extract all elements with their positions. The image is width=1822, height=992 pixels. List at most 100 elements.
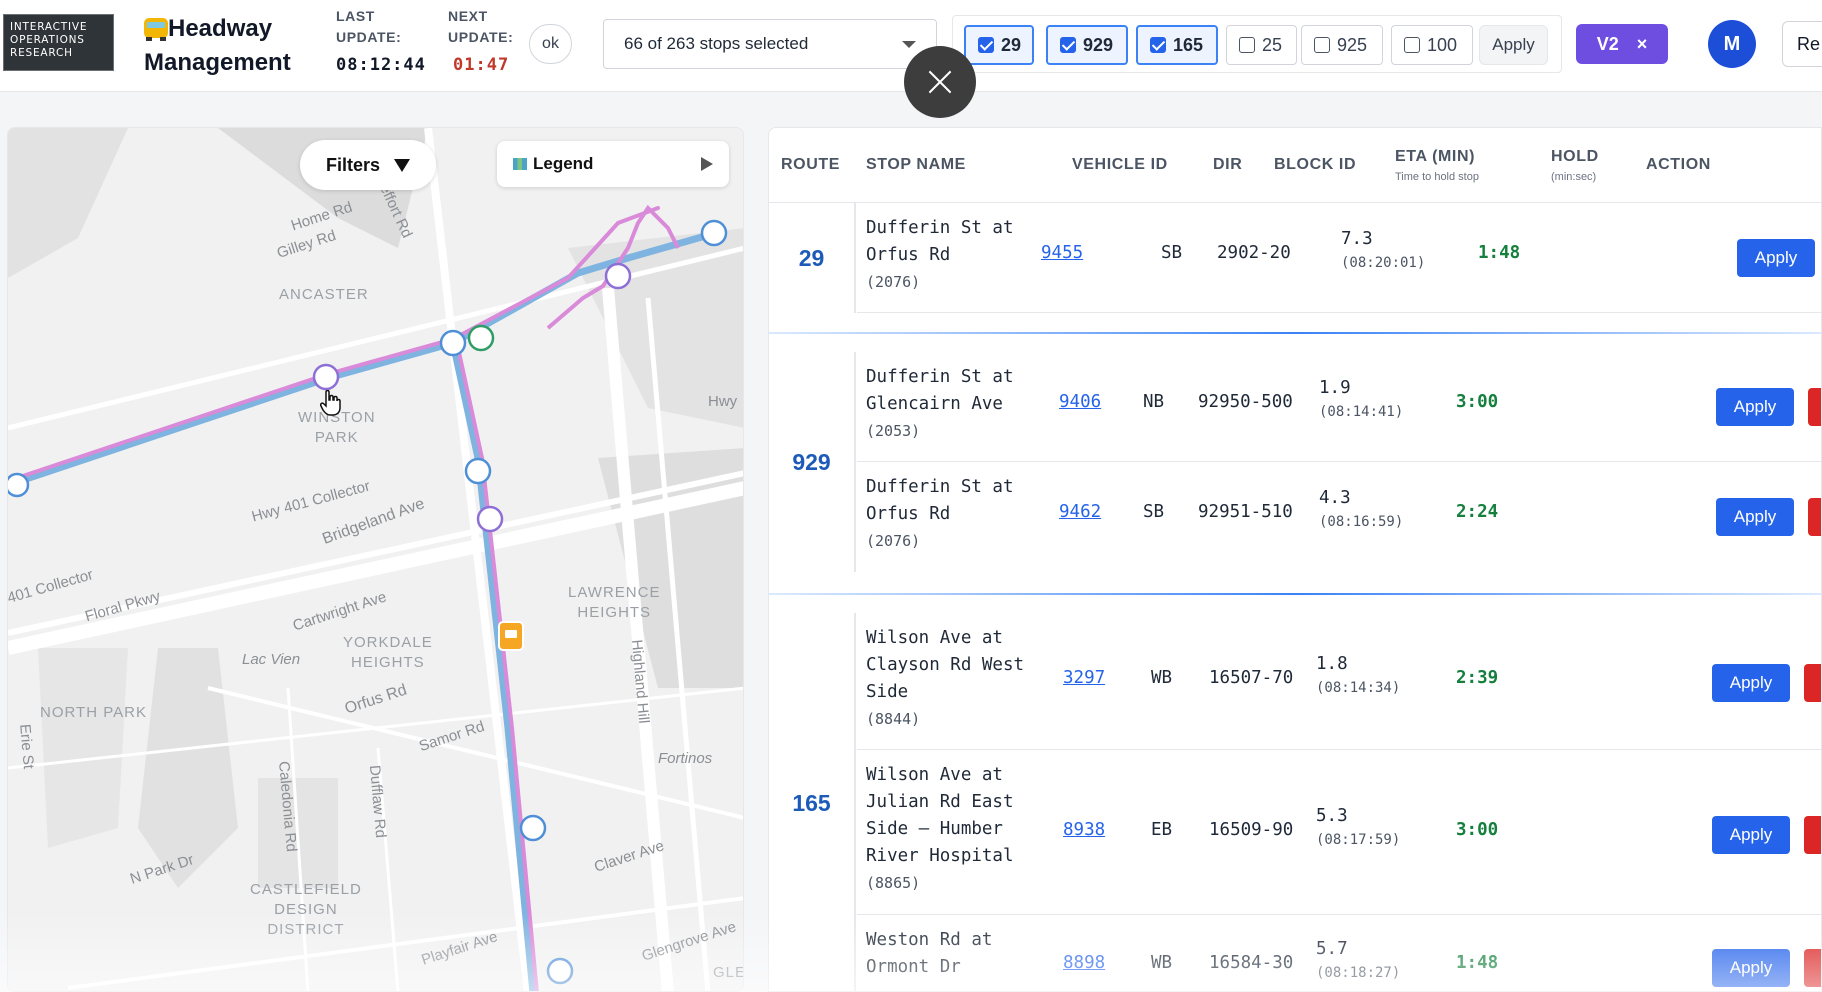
ignore-hold-button[interactable]: Ignore xyxy=(1804,816,1821,854)
map-panel[interactable]: Home Rd Gilley Rd Beffort Rd ANCASTER WI… xyxy=(7,127,744,992)
next-update-countdown: 01:47 xyxy=(453,55,510,75)
eta: 4.3 (08:16:59) xyxy=(1319,488,1404,530)
apply-hold-button[interactable]: Apply xyxy=(1712,949,1790,987)
map-icon xyxy=(513,158,527,170)
table-row: Dufferin St at Glencairn Ave (2053) 9406… xyxy=(857,352,1821,462)
triangle-down-icon xyxy=(394,158,411,172)
col-header-dir: DIR xyxy=(1213,156,1243,173)
stops-selected-text: 66 of 263 stops selected xyxy=(624,34,809,53)
hold-time: 1:48 xyxy=(1456,953,1499,973)
hold-time: 2:39 xyxy=(1456,668,1499,688)
legend-button[interactable]: Legend xyxy=(497,141,729,187)
hold-time: 2:24 xyxy=(1456,502,1499,522)
eta: 1.8 (08:14:34) xyxy=(1316,654,1401,696)
last-update-label: LAST UPDATE: xyxy=(336,8,402,45)
block-id: 92951-510 xyxy=(1198,502,1293,522)
checkbox-icon xyxy=(1060,37,1076,53)
route-checkbox-165[interactable]: 165 xyxy=(1136,25,1218,65)
route-group-label: 929 xyxy=(769,352,856,572)
vehicle-id-link[interactable]: 9462 xyxy=(1059,502,1101,522)
eta: 7.3 (08:20:01) xyxy=(1341,229,1426,271)
route-checkbox-929[interactable]: 929 xyxy=(1046,25,1128,65)
checkbox-icon xyxy=(1404,37,1420,53)
apply-hold-button[interactable]: Apply xyxy=(1712,664,1790,702)
table-row: Dufferin St at Orfus Rd (2076) 9455 SB 2… xyxy=(857,203,1821,313)
eta: 5.3 (08:17:59) xyxy=(1316,806,1401,848)
ignore-hold-button[interactable]: Ignore xyxy=(1808,498,1821,536)
caret-down-icon xyxy=(902,40,916,48)
hold-time: 1:48 xyxy=(1478,243,1521,263)
bus-icon xyxy=(144,18,168,41)
col-header-route: ROUTE xyxy=(781,156,840,173)
map-label: LAWRENCE HEIGHTS xyxy=(568,584,661,621)
route-checkbox-25[interactable]: 25 xyxy=(1226,25,1297,65)
vehicle-id-link[interactable]: 8898 xyxy=(1063,953,1105,973)
apply-hold-button[interactable]: Apply xyxy=(1712,816,1790,854)
map-label: GLEN xyxy=(713,964,743,981)
map-label: ANCASTER xyxy=(279,286,369,303)
col-header-stop: STOP NAME xyxy=(866,156,966,173)
vehicle-id-link[interactable]: 8938 xyxy=(1063,820,1105,840)
user-avatar[interactable]: M xyxy=(1708,20,1756,68)
hold-time: 3:00 xyxy=(1456,820,1499,840)
ok-button[interactable]: ok xyxy=(529,24,572,64)
stop-name: Dufferin St at Orfus Rd (2076) xyxy=(866,218,1014,291)
apply-routes-button[interactable]: Apply xyxy=(1479,25,1548,65)
block-id: 16509-90 xyxy=(1209,820,1294,840)
vehicle-id-link[interactable]: 9455 xyxy=(1041,243,1083,263)
route-group-label: 29 xyxy=(769,203,856,313)
ignore-hold-button[interactable]: Ignore xyxy=(1804,949,1821,987)
eta: 1.9 (08:14:41) xyxy=(1319,378,1404,420)
close-overlay-icon[interactable] xyxy=(904,46,976,118)
map-label: Fortinos xyxy=(658,750,713,767)
group-separator xyxy=(769,332,1821,334)
direction: SB xyxy=(1143,502,1165,522)
route-checkbox-100[interactable]: 100 xyxy=(1391,25,1473,65)
direction: WB xyxy=(1151,668,1173,688)
apply-hold-button[interactable]: Apply xyxy=(1716,498,1794,536)
map-label: CASTLEFIELD DESIGN DISTRICT xyxy=(250,881,362,938)
route-checkbox-925[interactable]: 925 xyxy=(1301,25,1383,65)
map-label: YORKDALE HEIGHTS xyxy=(343,634,433,671)
route-checkbox-29[interactable]: 29 xyxy=(964,25,1034,65)
stop-name: Weston Rd at Ormont Dr xyxy=(866,930,993,977)
version-badge[interactable]: V2 × xyxy=(1576,24,1668,64)
apply-hold-button[interactable]: Apply xyxy=(1716,388,1794,426)
ignore-hold-button[interactable]: Ignore xyxy=(1808,388,1821,426)
stop-name: Dufferin St at Glencairn Ave (2053) xyxy=(866,367,1014,440)
direction: EB xyxy=(1151,820,1173,840)
hold-time: 3:00 xyxy=(1456,392,1499,412)
stops-select-dropdown[interactable]: 66 of 263 stops selected xyxy=(603,19,937,69)
holds-table: ROUTE STOP NAME VEHICLE ID DIR BLOCK ID … xyxy=(768,127,1822,992)
map-label: Hwy xyxy=(708,393,738,410)
vehicle-id-link[interactable]: 3297 xyxy=(1063,668,1105,688)
direction: WB xyxy=(1151,953,1173,973)
table-row: Dufferin St at Orfus Rd (2076) 9462 SB 9… xyxy=(857,462,1821,572)
col-header-block: BLOCK ID xyxy=(1274,156,1357,173)
block-id: 16584-30 xyxy=(1209,953,1294,973)
direction: SB xyxy=(1161,243,1183,263)
checkbox-icon xyxy=(1150,37,1166,53)
last-update-time: 08:12:44 xyxy=(336,55,426,75)
checkbox-icon xyxy=(978,37,994,53)
stop-name: Dufferin St at Orfus Rd (2076) xyxy=(866,477,1014,550)
block-id: 2902-20 xyxy=(1217,243,1291,263)
vehicle-id-link[interactable]: 9406 xyxy=(1059,392,1101,412)
route-group-label: 165 xyxy=(769,613,856,991)
hand-cursor-icon xyxy=(320,390,341,416)
ignore-hold-button[interactable]: Ignore xyxy=(1804,664,1821,702)
refresh-button[interactable]: Re xyxy=(1782,21,1822,67)
close-icon[interactable]: × xyxy=(1637,34,1648,55)
col-header-vehicle: VEHICLE ID xyxy=(1072,156,1168,173)
stop-name: Wilson Ave at Clayson Rd West Side (8844… xyxy=(866,628,1025,728)
col-header-hold: HOLD (min:sec) xyxy=(1551,147,1599,183)
eta: 5.7 (08:18:27) xyxy=(1316,939,1401,981)
table-row: Wilson Ave at Julian Rd East Side – Humb… xyxy=(857,750,1821,915)
direction: NB xyxy=(1143,392,1165,412)
block-id: 92950-500 xyxy=(1198,392,1293,412)
table-row: Wilson Ave at Clayson Rd West Side (8844… xyxy=(857,613,1821,750)
filters-button[interactable]: Filters xyxy=(300,140,436,190)
apply-hold-button[interactable]: Apply xyxy=(1737,239,1815,277)
group-separator xyxy=(769,593,1821,595)
map-label: Lac Vien xyxy=(242,651,301,668)
